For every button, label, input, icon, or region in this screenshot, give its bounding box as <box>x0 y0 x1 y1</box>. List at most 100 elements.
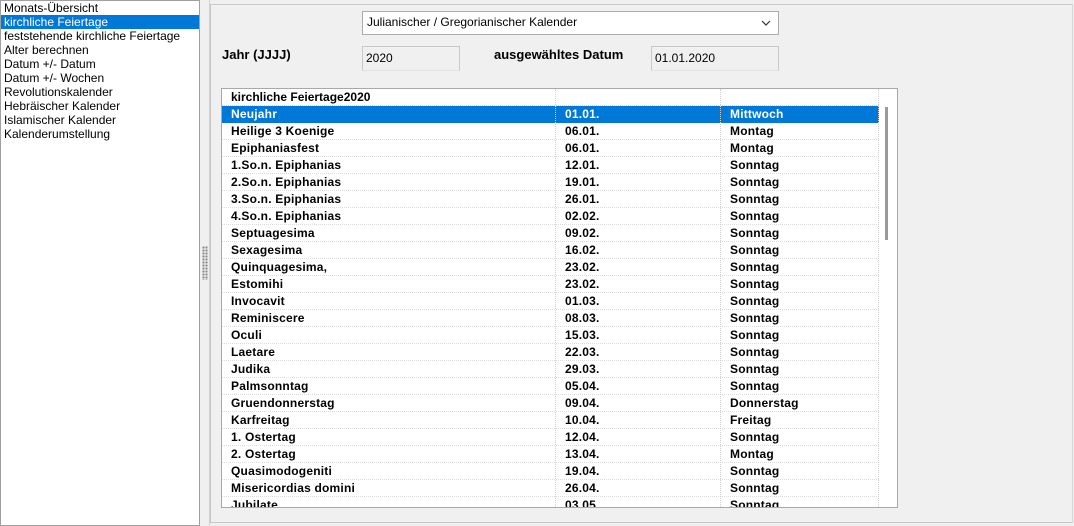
nav-item[interactable]: Kalenderumstellung <box>1 127 199 141</box>
nav-item[interactable]: Datum +/- Datum <box>1 57 199 71</box>
nav-item[interactable]: kirchliche Feiertage <box>1 15 199 29</box>
nav-item[interactable]: Hebräischer Kalender <box>1 99 199 113</box>
holiday-row[interactable]: Sexagesima 16.02. Sonntag <box>222 242 879 259</box>
holiday-name: Septuagesima <box>231 226 315 240</box>
holiday-date: 26.01. <box>565 192 600 206</box>
holiday-name: Epiphaniasfest <box>231 141 320 155</box>
holiday-name: 2.So.n. Epiphanias <box>231 175 342 189</box>
vertical-scrollbar[interactable] <box>879 89 897 507</box>
holiday-name: Reminiscere <box>231 311 305 325</box>
main-panel: Julianischer / Gregorianischer Kalender … <box>210 0 1074 526</box>
holiday-weekday: Montag <box>730 141 774 155</box>
holiday-date: 19.01. <box>565 175 600 189</box>
holiday-weekday: Sonntag <box>730 277 780 291</box>
holiday-row[interactable]: Quasimodogeniti 19.04. Sonntag <box>222 463 879 480</box>
holiday-weekday: Sonntag <box>730 294 780 308</box>
holiday-date: 06.01. <box>565 141 600 155</box>
holiday-row[interactable]: Palmsonntag 05.04. Sonntag <box>222 378 879 395</box>
holiday-weekday: Sonntag <box>730 209 780 223</box>
holiday-row[interactable]: Neujahr 01.01. Mittwoch <box>222 106 879 123</box>
scrollbar-thumb[interactable] <box>885 107 888 240</box>
holiday-row[interactable]: Oculi 15.03. Sonntag <box>222 327 879 344</box>
holiday-date: 23.02. <box>565 277 600 291</box>
holiday-weekday: Sonntag <box>730 226 780 240</box>
holiday-name: 1.So.n. Epiphanias <box>231 158 342 172</box>
nav-item[interactable]: Alter berechnen <box>1 43 199 57</box>
calendar-type-select[interactable]: Julianischer / Gregorianischer Kalender <box>362 11 779 35</box>
holiday-weekday: Sonntag <box>730 498 780 508</box>
holiday-row[interactable]: 2.So.n. Epiphanias 19.01. Sonntag <box>222 174 879 191</box>
holiday-weekday: Sonntag <box>730 481 780 495</box>
holiday-name: Judika <box>231 362 271 376</box>
chevron-down-icon[interactable] <box>760 14 772 32</box>
holiday-name: Invocavit <box>231 294 285 308</box>
nav-item[interactable]: feststehende kirchliche Feiertage <box>1 29 199 43</box>
holiday-weekday: Sonntag <box>730 345 780 359</box>
holiday-date: 02.02. <box>565 209 600 223</box>
holiday-list[interactable]: kirchliche Feiertage2020 Neujahr 01.01. Mi… <box>221 88 898 508</box>
holiday-weekday: Sonntag <box>730 379 780 393</box>
holiday-row[interactable]: Judika 29.03. Sonntag <box>222 361 879 378</box>
nav-item[interactable]: Datum +/- Wochen <box>1 71 199 85</box>
holiday-name: Karfreitag <box>231 413 290 427</box>
nav-item[interactable]: Revolutionskalender <box>1 85 199 99</box>
holiday-name: Neujahr <box>231 107 278 121</box>
holiday-name: Quasimodogeniti <box>231 464 333 478</box>
year-label: Jahr (JJJJ) <box>222 47 291 62</box>
holiday-date: 15.03. <box>565 328 600 342</box>
holiday-name: Jubilate <box>231 498 278 508</box>
holiday-weekday: Montag <box>730 124 774 138</box>
function-list[interactable]: Monats-Übersicht kirchliche Feiertage fest… <box>0 0 200 526</box>
holiday-date: 09.02. <box>565 226 600 240</box>
holiday-date: 10.04. <box>565 413 600 427</box>
holiday-row[interactable]: Estomihi 23.02. Sonntag <box>222 276 879 293</box>
holiday-row[interactable]: Reminiscere 08.03. Sonntag <box>222 310 879 327</box>
holiday-date: 26.04. <box>565 481 600 495</box>
holiday-date: 12.01. <box>565 158 600 172</box>
holiday-date: 13.04. <box>565 447 600 461</box>
holiday-row[interactable]: 3.So.n. Epiphanias 26.01. Sonntag <box>222 191 879 208</box>
holiday-weekday: Sonntag <box>730 192 780 206</box>
holiday-row[interactable]: Misericordias domini 26.04. Sonntag <box>222 480 879 497</box>
holiday-name: 1. Ostertag <box>231 430 296 444</box>
holiday-row[interactable]: 1.So.n. Epiphanias 12.01. Sonntag <box>222 157 879 174</box>
holiday-row[interactable]: 2. Ostertag 13.04. Montag <box>222 446 879 463</box>
holiday-rows: Neujahr 01.01. Mittwoch Heilige 3 Koenige 06… <box>222 106 897 508</box>
splitter-grip-icon[interactable] <box>202 246 208 280</box>
holiday-row[interactable]: Septuagesima 09.02. Sonntag <box>222 225 879 242</box>
holiday-date: 19.04. <box>565 464 600 478</box>
holiday-date: 29.03. <box>565 362 600 376</box>
nav-item[interactable]: Islamischer Kalender <box>1 113 199 127</box>
holiday-weekday: Sonntag <box>730 260 780 274</box>
holiday-row[interactable]: Invocavit 01.03. Sonntag <box>222 293 879 310</box>
holiday-weekday: Donnerstag <box>730 396 799 410</box>
year-field[interactable]: 2020 <box>362 46 460 71</box>
nav-item[interactable]: Monats-Übersicht <box>1 1 199 15</box>
holiday-name: Oculi <box>231 328 263 342</box>
selected-date-label: ausgewähltes Datum <box>494 47 624 62</box>
holiday-name: Laetare <box>231 345 276 359</box>
holiday-date: 08.03. <box>565 311 600 325</box>
holiday-row[interactable]: Epiphaniasfest 06.01. Montag <box>222 140 879 157</box>
holiday-row[interactable]: 1. Ostertag 12.04. Sonntag <box>222 429 879 446</box>
holiday-row[interactable]: Quinquagesima, 23.02. Sonntag <box>222 259 879 276</box>
holiday-date: 01.01. <box>565 107 600 121</box>
holiday-row[interactable]: 4.So.n. Epiphanias 02.02. Sonntag <box>222 208 879 225</box>
holiday-weekday: Sonntag <box>730 243 780 257</box>
holiday-weekday: Sonntag <box>730 362 780 376</box>
selected-date-field[interactable]: 01.01.2020 <box>651 46 779 71</box>
holiday-row[interactable]: Jubilate 03.05. Sonntag <box>222 497 879 508</box>
holiday-row[interactable]: Laetare 22.03. Sonntag <box>222 344 879 361</box>
holiday-weekday: Sonntag <box>730 311 780 325</box>
holiday-row[interactable]: Karfreitag 10.04. Freitag <box>222 412 879 429</box>
splitter[interactable] <box>200 0 210 526</box>
holiday-date: 01.03. <box>565 294 600 308</box>
calendar-type-value: Julianischer / Gregorianischer Kalender <box>367 15 578 29</box>
holiday-row[interactable]: Gruendonnerstag 09.04. Donnerstag <box>222 395 879 412</box>
holiday-name: Misericordias domini <box>231 481 356 495</box>
holiday-weekday: Sonntag <box>730 430 780 444</box>
holiday-weekday: Mittwoch <box>730 107 784 121</box>
holiday-name: 2. Ostertag <box>231 447 296 461</box>
holiday-date: 12.04. <box>565 430 600 444</box>
holiday-row[interactable]: Heilige 3 Koenige 06.01. Montag <box>222 123 879 140</box>
